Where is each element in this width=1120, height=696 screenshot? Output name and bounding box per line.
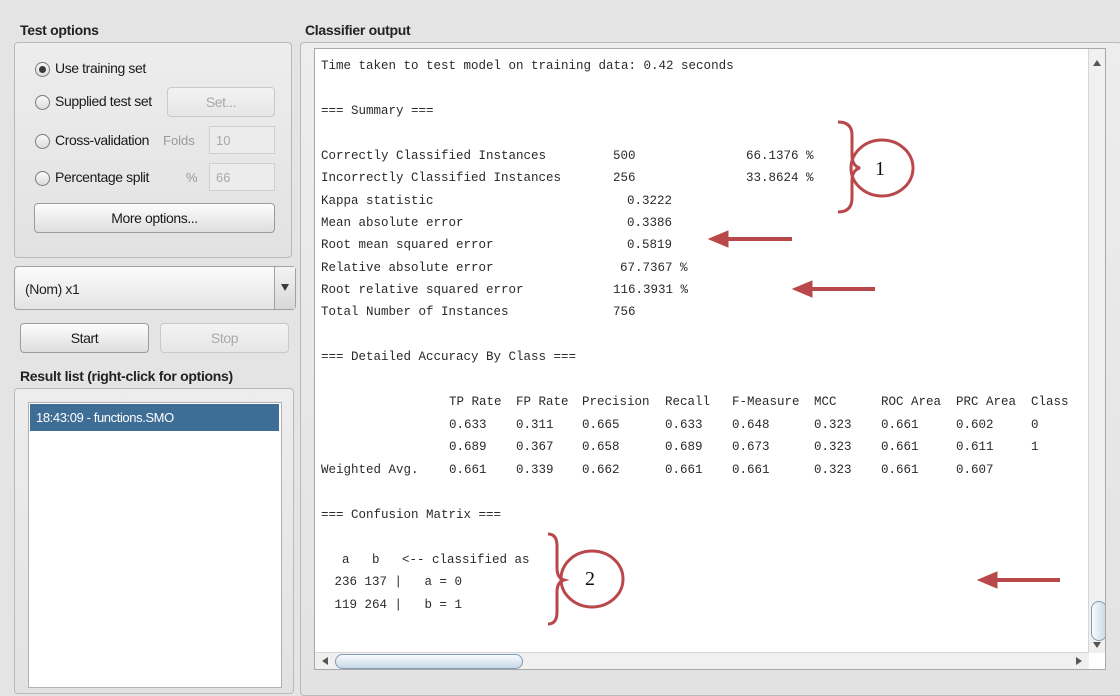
accuracy-cell: 0.658 (582, 440, 620, 454)
summary-label: Correctly Classified Instances (321, 149, 547, 163)
dropdown-arrow-icon[interactable] (274, 267, 295, 309)
accuracy-cell: 1 (1031, 440, 1039, 454)
annotation-label-2: 2 (585, 568, 595, 590)
result-list-item-label: 18:43:09 - functions.SMO (36, 410, 174, 425)
accuracy-cell: 0.661 (732, 463, 770, 477)
accuracy-cell: 0.367 (516, 440, 554, 454)
scroll-right-icon[interactable] (1071, 653, 1087, 669)
accuracy-cell: 0.673 (732, 440, 770, 454)
summary-header: === Summary === (321, 104, 434, 118)
accuracy-cell: 0.602 (956, 418, 994, 432)
classifier-output-title: Classifier output (305, 22, 411, 38)
accuracy-row-label: Weighted Avg. (321, 463, 419, 477)
use-training-set-label[interactable]: Use training set (55, 60, 146, 76)
more-options-button[interactable]: More options... (34, 203, 275, 233)
stop-button[interactable]: Stop (160, 323, 289, 353)
accuracy-column-header: Class (1031, 395, 1069, 409)
accuracy-column-header: ROC Area (881, 395, 942, 409)
percentage-split-label[interactable]: Percentage split (55, 169, 149, 185)
accuracy-column-header: F-Measure (732, 395, 800, 409)
use-training-set-radio[interactable] (35, 62, 50, 77)
vertical-scroll-thumb[interactable] (1091, 601, 1105, 641)
class-attribute-dropdown[interactable]: (Nom) x1 (14, 266, 296, 310)
start-button[interactable]: Start (20, 323, 149, 353)
horizontal-scrollbar[interactable] (315, 652, 1089, 669)
summary-label: Relative absolute error (321, 261, 494, 275)
set-button[interactable]: Set... (167, 87, 275, 117)
accuracy-cell: 0.689 (449, 440, 487, 454)
supplied-test-set-label[interactable]: Supplied test set (55, 93, 152, 109)
summary-value: 256 (613, 171, 636, 185)
vertical-scrollbar[interactable] (1088, 49, 1105, 653)
result-list-box[interactable] (28, 402, 282, 688)
accuracy-cell: 0.323 (814, 463, 852, 477)
cross-validation-radio[interactable] (35, 134, 50, 149)
test-options-title: Test options (20, 22, 99, 38)
accuracy-cell: 0.633 (449, 418, 487, 432)
summary-value: 500 (613, 149, 636, 163)
percentage-split-radio[interactable] (35, 171, 50, 186)
summary-label: Total Number of Instances (321, 305, 509, 319)
accuracy-column-header: Precision (582, 395, 650, 409)
accuracy-header: === Detailed Accuracy By Class === (321, 350, 577, 364)
result-list-title: Result list (right-click for options) (20, 368, 233, 384)
accuracy-cell: 0 (1031, 418, 1039, 432)
summary-pct: 66.1376 % (746, 149, 814, 163)
time-taken-line: Time taken to test model on training dat… (321, 59, 734, 73)
accuracy-cell: 0.311 (516, 418, 554, 432)
accuracy-cell: 0.339 (516, 463, 554, 477)
summary-label: Root mean squared error (321, 238, 494, 252)
supplied-test-set-radio[interactable] (35, 95, 50, 110)
classifier-output-text-area[interactable]: Time taken to test model on training dat… (314, 48, 1106, 670)
accuracy-cell: 0.661 (881, 418, 919, 432)
confusion-matrix-line: 236 137 | a = 0 (327, 575, 463, 589)
scroll-up-icon[interactable] (1089, 53, 1105, 73)
folds-label: Folds (163, 133, 195, 148)
result-list-item[interactable]: 18:43:09 - functions.SMO (30, 404, 279, 431)
confusion-matrix-line: a b <-- classified as (327, 553, 530, 567)
accuracy-cell: 0.661 (881, 463, 919, 477)
accuracy-column-header: MCC (814, 395, 837, 409)
summary-value: 0.3386 (627, 216, 673, 230)
accuracy-column-header: FP Rate (516, 395, 569, 409)
accuracy-cell: 0.661 (881, 440, 919, 454)
summary-label: Kappa statistic (321, 194, 434, 208)
confusion-matrix-line: 119 264 | b = 1 (327, 598, 463, 612)
accuracy-column-header: TP Rate (449, 395, 502, 409)
horizontal-scroll-thumb[interactable] (335, 654, 523, 669)
summary-label: Incorrectly Classified Instances (321, 171, 562, 185)
summary-value: 67.7367 % (620, 261, 688, 275)
accuracy-cell: 0.611 (956, 440, 994, 454)
class-attribute-value: (Nom) x1 (25, 281, 80, 297)
accuracy-cell: 0.323 (814, 440, 852, 454)
accuracy-cell: 0.662 (582, 463, 620, 477)
accuracy-cell: 0.661 (665, 463, 703, 477)
summary-value: 0.3222 (627, 194, 673, 208)
summary-value: 756 (613, 305, 636, 319)
accuracy-cell: 0.633 (665, 418, 703, 432)
percent-input[interactable]: 66 (209, 163, 275, 191)
summary-label: Mean absolute error (321, 216, 464, 230)
accuracy-column-header: Recall (665, 395, 711, 409)
scroll-down-icon[interactable] (1089, 637, 1105, 653)
summary-value: 116.3931 % (613, 283, 689, 297)
summary-value: 0.5819 (627, 238, 673, 252)
accuracy-cell: 0.607 (956, 463, 994, 477)
summary-pct: 33.8624 % (746, 171, 814, 185)
annotation-label-1: 1 (875, 158, 885, 180)
percent-label: % (186, 170, 198, 185)
accuracy-cell: 0.661 (449, 463, 487, 477)
confusion-matrix-header: === Confusion Matrix === (321, 508, 502, 522)
accuracy-cell: 0.648 (732, 418, 770, 432)
accuracy-column-header: PRC Area (956, 395, 1017, 409)
folds-input[interactable]: 10 (209, 126, 275, 154)
accuracy-cell: 0.689 (665, 440, 703, 454)
accuracy-cell: 0.323 (814, 418, 852, 432)
scroll-left-icon[interactable] (317, 653, 333, 669)
cross-validation-label[interactable]: Cross-validation (55, 132, 149, 148)
summary-label: Root relative squared error (321, 283, 524, 297)
accuracy-cell: 0.665 (582, 418, 620, 432)
